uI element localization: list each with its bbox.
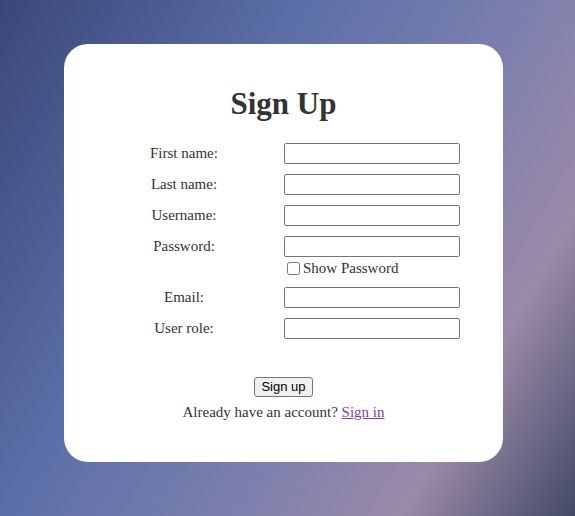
page: Sign Up First name: Last name: Username: Pas… (0, 0, 575, 516)
field-label: Username: (114, 205, 254, 226)
text-input[interactable] (284, 287, 460, 308)
title: Sign Up (64, 86, 503, 122)
signup-button[interactable]: Sign up (254, 377, 312, 397)
show-password-label: Show Password (303, 259, 398, 277)
signup-form: First name: Last name: Username: Password: S… (64, 143, 503, 339)
show-password-checkbox[interactable] (287, 262, 300, 275)
show-password-toggle[interactable]: Show Password (287, 259, 460, 277)
field-column (284, 174, 460, 195)
text-input[interactable] (284, 236, 460, 257)
text-input[interactable] (284, 143, 460, 164)
text-input[interactable] (284, 318, 460, 339)
signin-prompt: Already have an account? Sign in (182, 402, 384, 422)
form-row: First name: (64, 143, 503, 164)
field-label: Last name: (114, 174, 254, 195)
signup-card: Sign Up First name: Last name: Username: Pas… (64, 44, 503, 462)
field-column (284, 287, 460, 308)
text-input[interactable] (284, 174, 460, 195)
form-row: Last name: (64, 174, 503, 195)
field-label: User role: (114, 318, 254, 339)
form-row: Password: Show Password (64, 236, 503, 277)
form-row: User role: (64, 318, 503, 339)
field-label: Email: (114, 287, 254, 308)
form-row: Email: (64, 287, 503, 308)
field-label: Password: (114, 236, 254, 257)
field-label: First name: (114, 143, 254, 164)
form-row: Username: (64, 205, 503, 226)
field-column: Show Password (284, 236, 460, 277)
field-column (284, 205, 460, 226)
text-input[interactable] (284, 205, 460, 226)
signin-link[interactable]: Sign in (342, 404, 385, 420)
prompt-text: Already have an account? (182, 404, 337, 420)
field-column (284, 143, 460, 164)
actions: Sign up Already have an account? Sign in (64, 377, 503, 422)
field-column (284, 318, 460, 339)
